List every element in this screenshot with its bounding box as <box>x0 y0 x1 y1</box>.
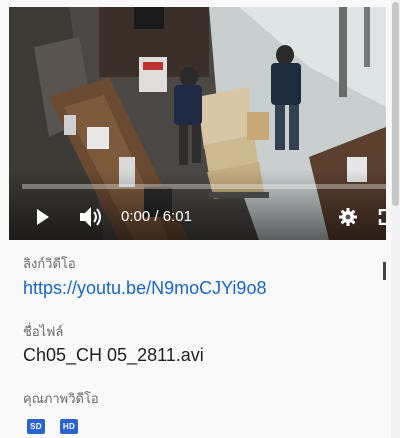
file-name: Ch05_CH 05_2811.avi <box>23 345 204 365</box>
video-info-panel: 0:00 / 6:01 ลิงก์วิดีโอ https://youtu.be… <box>0 0 400 438</box>
current-time: 0:00 <box>121 208 151 225</box>
volume-button[interactable] <box>79 203 105 231</box>
video-link[interactable]: https://youtu.be/N9moCJYi9o8 <box>23 277 266 299</box>
quality-label: คุณภาพวิดีโอ <box>23 391 99 406</box>
quality-badge-sd[interactable]: SD <box>27 419 45 434</box>
fullscreen-button[interactable] <box>377 203 386 231</box>
settings-button[interactable] <box>337 203 359 231</box>
time-separator: / <box>150 208 163 225</box>
side-marker <box>383 262 386 280</box>
duration: 6:01 <box>162 208 192 225</box>
scrollbar-thumb[interactable] <box>392 2 399 206</box>
player-controls: 0:00 / 6:01 <box>9 203 386 231</box>
play-button[interactable] <box>33 203 53 231</box>
settings-gear-icon <box>339 208 357 226</box>
file-name-label: ชื่อไฟล์ <box>23 324 64 339</box>
play-icon <box>37 209 49 225</box>
progress-bar[interactable] <box>22 184 386 189</box>
time-display: 0:00 / 6:01 <box>121 207 192 227</box>
quality-badge-hd[interactable]: HD <box>60 419 78 434</box>
fullscreen-icon <box>378 209 386 225</box>
volume-icon <box>80 207 101 227</box>
video-link-label: ลิงก์วิดีโอ <box>23 256 76 271</box>
video-player[interactable]: 0:00 / 6:01 <box>9 7 386 240</box>
